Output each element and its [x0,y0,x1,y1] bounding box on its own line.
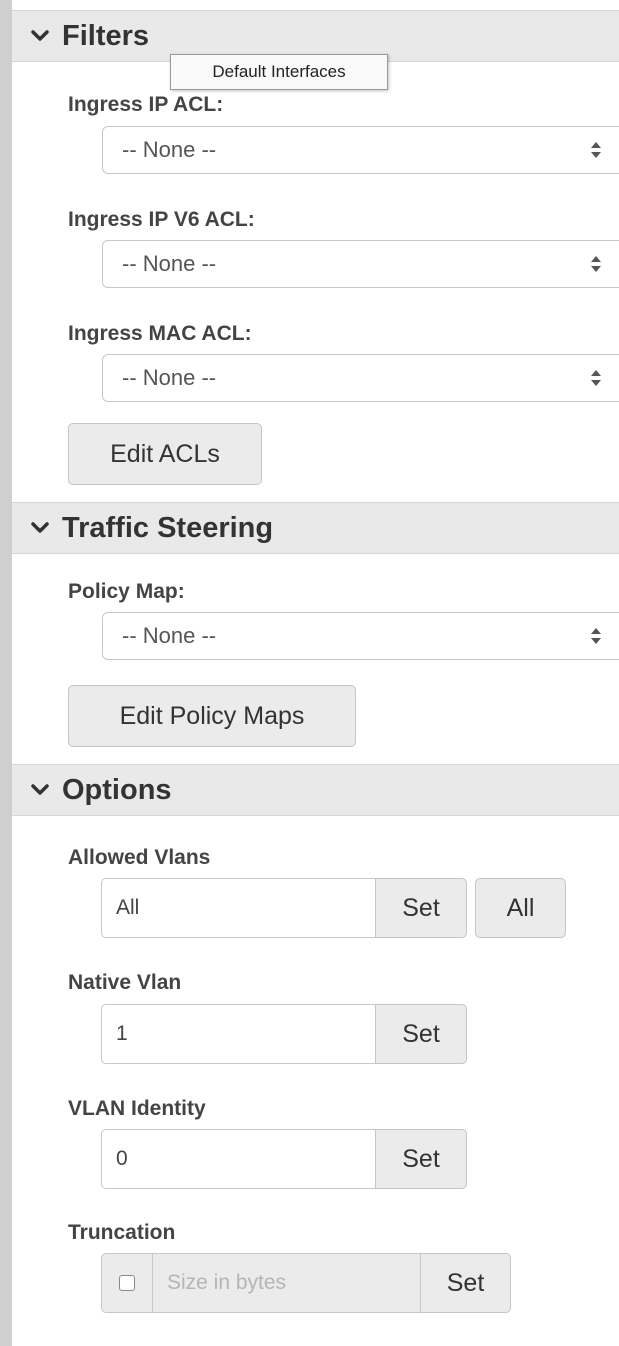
filters-title: Filters [62,20,150,52]
vlan-identity-group: 0 Set [101,1129,467,1189]
edit-acls-button[interactable]: Edit ACLs [68,423,262,485]
vlan-identity-label: VLAN Identity [68,1097,206,1120]
traffic-steering-section-header[interactable]: Traffic Steering [12,502,619,554]
options-section-header[interactable]: Options [12,764,619,816]
chevron-down-icon [31,522,49,533]
truncation-label: Truncation [68,1221,176,1244]
ingress-ip-acl-select[interactable]: -- None -- [102,126,619,174]
allowed-vlans-all-button[interactable]: All [475,878,566,938]
vlan-identity-set-button[interactable]: Set [375,1129,467,1189]
allowed-vlans-set-button[interactable]: Set [375,878,467,938]
truncation-checkbox[interactable] [119,1275,135,1291]
policy-map-select[interactable]: -- None -- [102,612,619,660]
truncation-group: Size in bytes Set [101,1253,511,1313]
vlan-identity-input[interactable]: 0 [101,1129,375,1189]
truncation-set-button[interactable]: Set [420,1253,511,1313]
select-arrows-icon [591,256,601,272]
select-arrows-icon [591,370,601,386]
ingress-ip-acl-label: Ingress IP ACL: [68,93,224,116]
allowed-vlans-label: Allowed Vlans [68,846,211,869]
native-vlan-set-button[interactable]: Set [375,1004,467,1064]
chevron-down-icon [31,784,49,795]
left-border [0,0,12,1346]
ingress-mac-acl-select[interactable]: -- None -- [102,354,619,402]
edit-policy-maps-button[interactable]: Edit Policy Maps [68,685,356,747]
native-vlan-group: 1 Set [101,1004,467,1064]
chevron-down-icon [31,30,49,41]
ingress-ip-acl-value: -- None -- [122,137,217,162]
policy-map-value: -- None -- [122,623,217,648]
ingress-ipv6-acl-value: -- None -- [122,251,217,276]
truncation-size-input[interactable]: Size in bytes [153,1253,420,1313]
ingress-mac-acl-label: Ingress MAC ACL: [68,322,252,345]
truncation-checkbox-addon [101,1253,153,1313]
select-arrows-icon [591,142,601,158]
native-vlan-label: Native Vlan [68,971,182,994]
ingress-mac-acl-value: -- None -- [122,365,217,390]
ingress-ipv6-acl-label: Ingress IP V6 ACL: [68,208,255,231]
allowed-vlans-input[interactable]: All [101,878,375,938]
allowed-vlans-group: All Set [101,878,467,938]
options-title: Options [62,774,172,806]
default-interfaces-tooltip: Default Interfaces [170,54,388,90]
traffic-steering-title: Traffic Steering [62,512,274,544]
ingress-ipv6-acl-select[interactable]: -- None -- [102,240,619,288]
select-arrows-icon [591,628,601,644]
policy-map-label: Policy Map: [68,580,185,603]
native-vlan-input[interactable]: 1 [101,1004,375,1064]
